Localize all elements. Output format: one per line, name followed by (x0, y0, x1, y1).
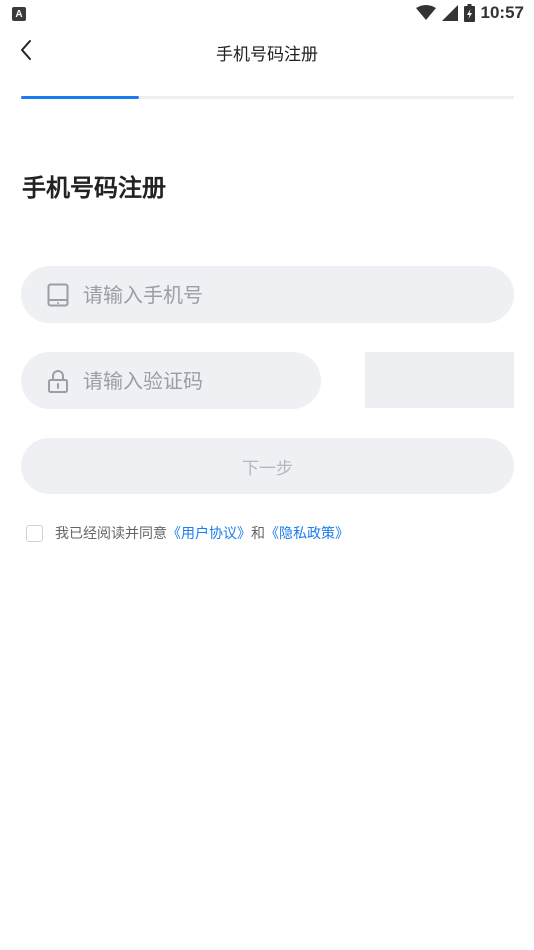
agreement-prefix: 我已经阅读并同意 (55, 526, 167, 542)
signal-icon (441, 5, 458, 21)
user-agreement-link[interactable]: 《用户协议》 (167, 523, 251, 543)
phone-field[interactable] (21, 266, 514, 323)
phone-icon (45, 282, 71, 308)
app-badge-icon: A (12, 7, 26, 21)
lock-icon (45, 368, 71, 394)
progress-bar (21, 96, 514, 99)
agreement-conjunction: 和 (251, 526, 265, 542)
agreement-row: 我已经阅读并同意 《用户协议》 和 《隐私政策》 (26, 523, 349, 543)
wifi-icon (415, 5, 436, 21)
status-bar: A 10:57 (0, 0, 534, 28)
page-title: 手机号码注册 (22, 174, 166, 202)
nav-title: 手机号码注册 (216, 45, 318, 65)
status-time: 10:57 (480, 3, 524, 22)
agreement-checkbox[interactable] (26, 524, 43, 542)
captcha-image[interactable] (365, 352, 514, 408)
progress-fill (21, 96, 140, 99)
status-icons: 10:57 (415, 3, 524, 23)
next-button[interactable]: 下一步 (21, 438, 514, 494)
privacy-policy-link[interactable]: 《隐私政策》 (265, 523, 349, 543)
code-field[interactable] (21, 352, 321, 409)
phone-input[interactable] (81, 281, 431, 308)
nav-bar: 手机号码注册 (0, 30, 534, 74)
code-input[interactable] (81, 367, 295, 394)
battery-icon (463, 4, 475, 22)
